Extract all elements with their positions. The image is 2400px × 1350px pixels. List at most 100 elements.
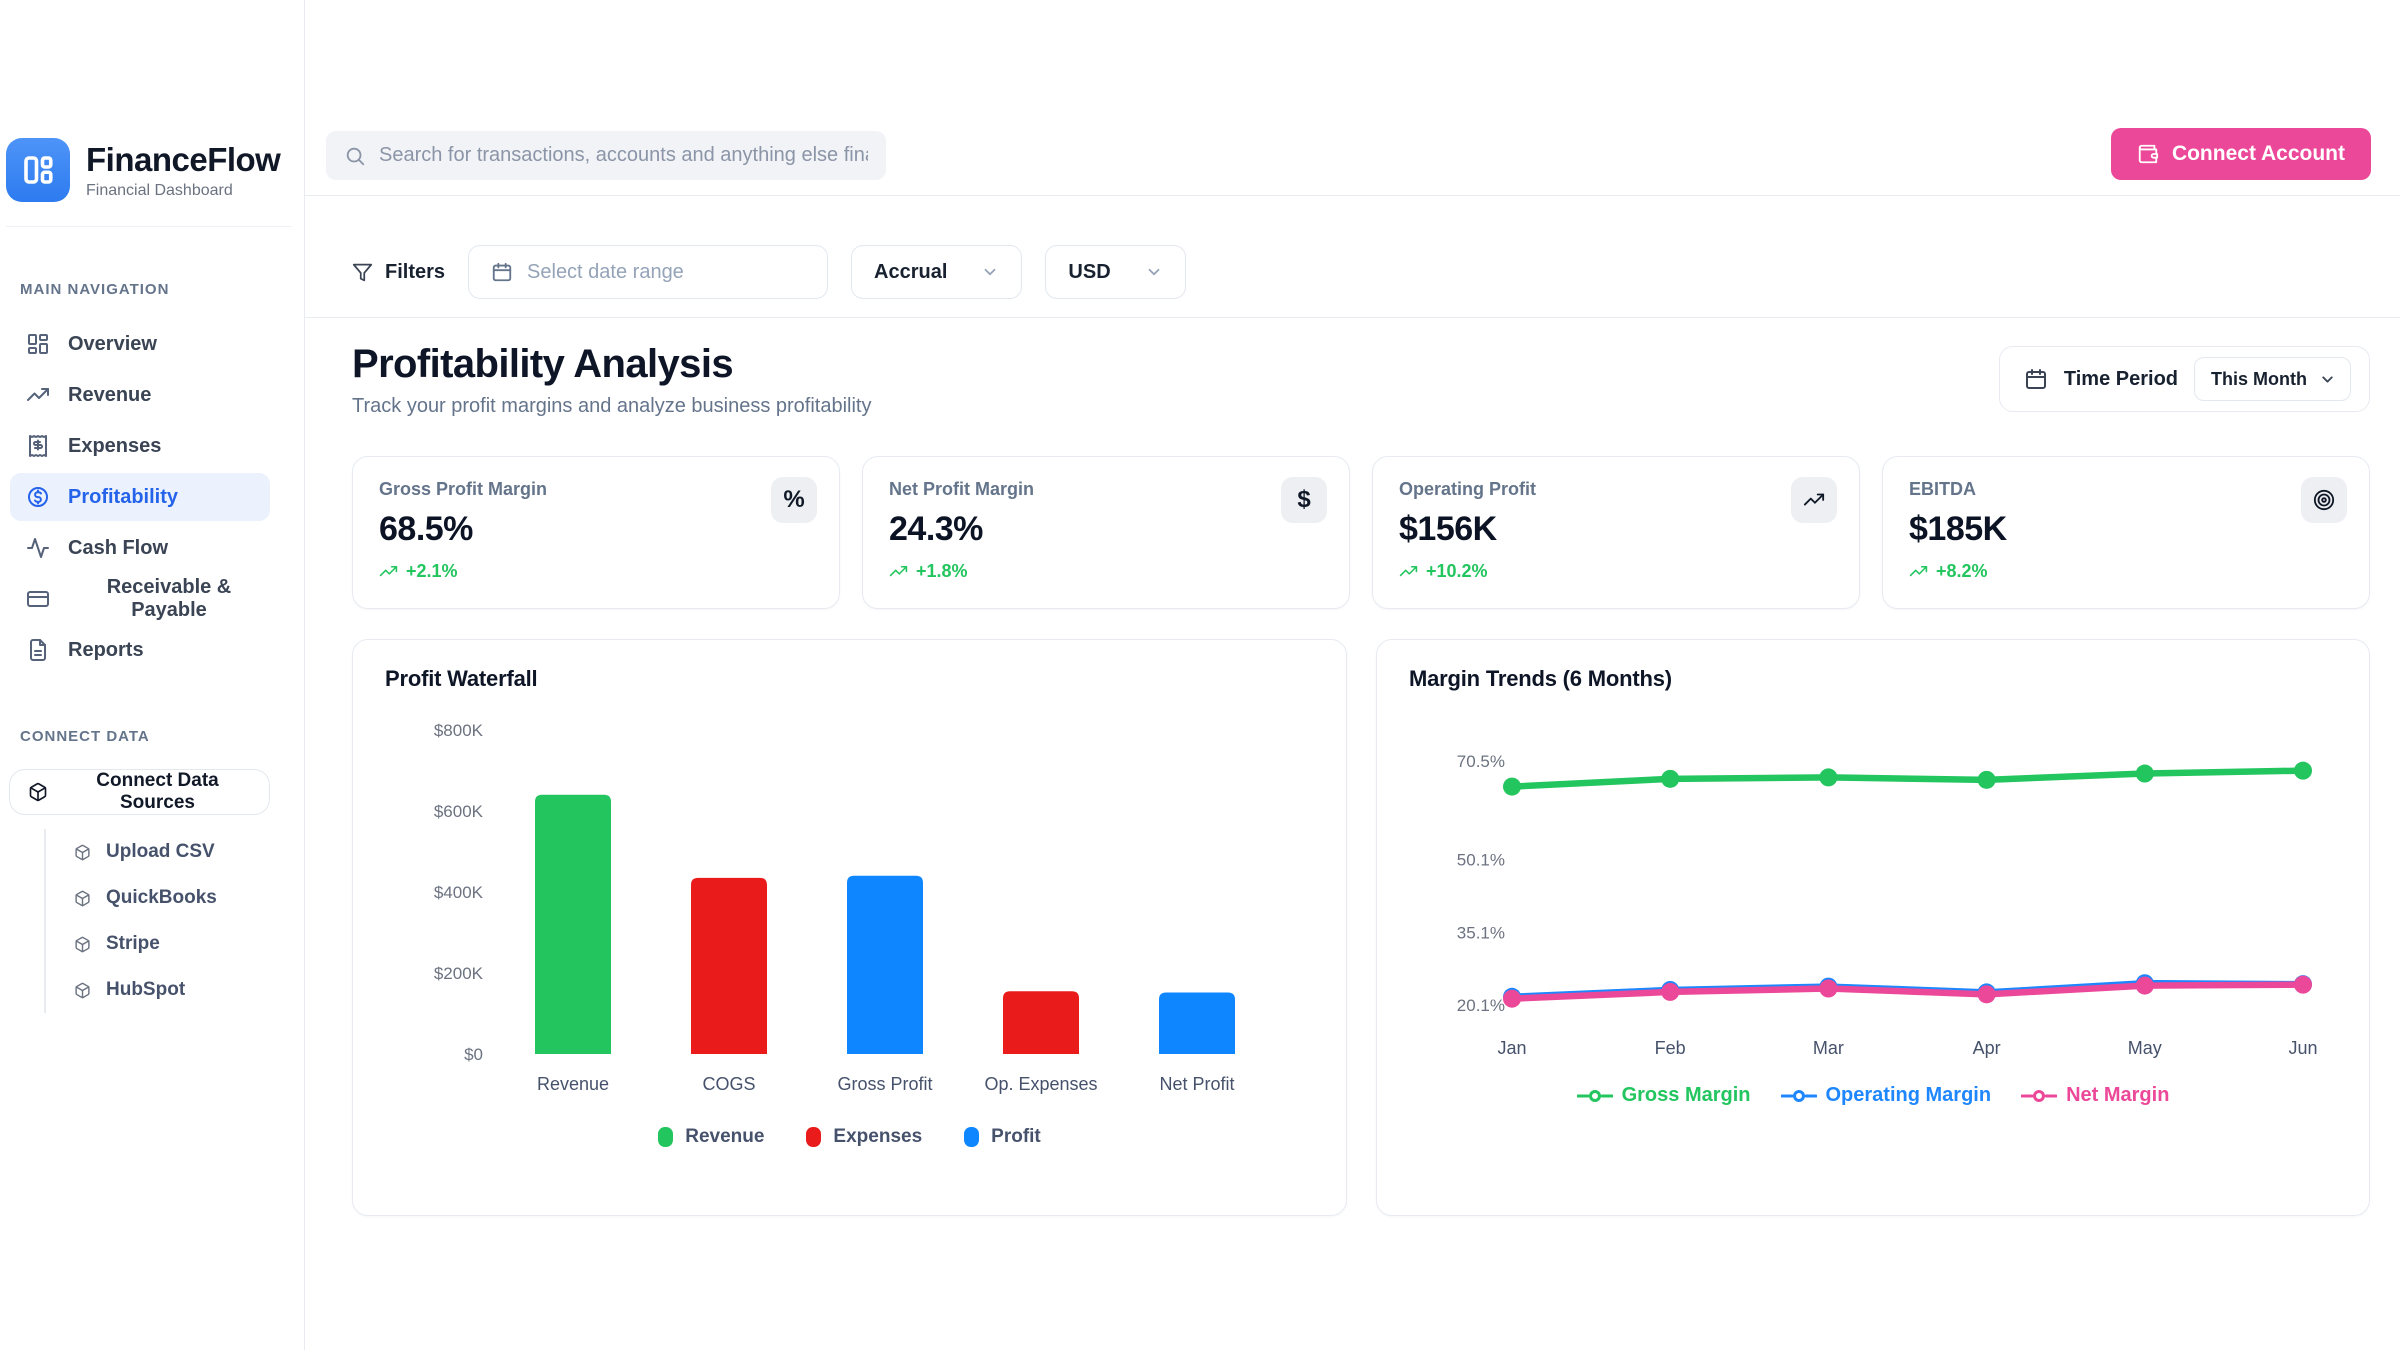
time-period-select[interactable]: This Month <box>2194 357 2351 401</box>
bar-gross-profit[interactable] <box>847 876 923 1054</box>
main-navigation-label: MAIN NAVIGATION <box>20 281 304 298</box>
point-net-margin-mar[interactable] <box>1819 980 1837 998</box>
sidebar-item-overview[interactable]: Overview <box>10 320 270 368</box>
point-gross-margin-may[interactable] <box>2136 765 2154 783</box>
sidebar-item-reports[interactable]: Reports <box>10 626 270 674</box>
kpi-value: 24.3% <box>889 510 1323 549</box>
connect-data-sources-button[interactable]: Connect Data Sources <box>9 769 270 815</box>
legend-swatch <box>658 1127 673 1147</box>
legend-item-operating-margin[interactable]: Operating Margin <box>1781 1084 1992 1107</box>
filter-bar: Filters Select date range Accrual USD <box>305 196 2400 318</box>
kpi-card-gross-profit-margin: Gross Profit Margin68.5%+2.1%% <box>352 456 840 609</box>
point-net-margin-may[interactable] <box>2136 977 2154 995</box>
legend-marker <box>1781 1089 1817 1103</box>
point-gross-margin-mar[interactable] <box>1819 768 1837 786</box>
sidebar-item-label: Profitability <box>68 486 178 509</box>
y-axis-tick: 35.1% <box>1457 923 1505 942</box>
sidebar-subitem-hubspot[interactable]: HubSpot <box>46 967 304 1013</box>
target-icon <box>2301 477 2347 523</box>
cube-icon <box>28 782 48 802</box>
trending-up-icon <box>26 383 50 407</box>
x-axis-label: Apr <box>1973 1038 2001 1058</box>
legend-item-profit: Profit <box>964 1126 1041 1148</box>
trending-up-icon <box>1791 477 1837 523</box>
sidebar-item-label: Reports <box>68 639 144 662</box>
margin-trends-legend: Gross Margin Operating Margin Net Margin <box>1409 1084 2337 1107</box>
kpi-change: +8.2% <box>1909 561 2343 582</box>
brand-tagline: Financial Dashboard <box>86 182 280 200</box>
sidebar-item-receivable-payable[interactable]: Receivable & Payable <box>10 575 270 623</box>
legend-item-revenue: Revenue <box>658 1126 764 1148</box>
x-axis-label: Revenue <box>537 1074 609 1094</box>
cube-icon <box>74 844 91 861</box>
currency-select[interactable]: USD <box>1045 245 1185 299</box>
legend-marker <box>1577 1089 1613 1103</box>
point-net-margin-feb[interactable] <box>1661 983 1679 1001</box>
margin-trends-chart: 20.1%35.1%50.1%70.5%JanFebMarAprMayJun <box>1409 702 2337 1070</box>
legend-item-net-margin[interactable]: Net Margin <box>2021 1084 2169 1107</box>
sidebar-item-label: Expenses <box>68 435 161 458</box>
bar-op-expenses[interactable] <box>1003 991 1079 1054</box>
search-icon <box>344 145 366 167</box>
brand-name: FinanceFlow <box>86 141 280 179</box>
connect-data-sources-label: Connect Data Sources <box>64 770 251 814</box>
filters-label: Filters <box>385 261 445 284</box>
sidebar-item-profitability[interactable]: Profitability <box>10 473 270 521</box>
point-gross-margin-apr[interactable] <box>1978 771 1996 789</box>
y-axis-tick: $600K <box>434 802 484 821</box>
bar-cogs[interactable] <box>691 878 767 1054</box>
sidebar-item-cash-flow[interactable]: Cash Flow <box>10 524 270 572</box>
global-search[interactable] <box>326 131 886 180</box>
legend-marker <box>2021 1089 2057 1103</box>
kpi-change: +10.2% <box>1399 561 1833 582</box>
accounting-basis-select[interactable]: Accrual <box>851 245 1022 299</box>
point-gross-margin-feb[interactable] <box>1661 770 1679 788</box>
connect-account-button[interactable]: Connect Account <box>2111 128 2371 180</box>
main-navigation: Overview Revenue Expenses Profitability Cash… <box>0 320 304 674</box>
calendar-icon <box>2024 367 2048 391</box>
search-input[interactable] <box>379 144 868 167</box>
profit-waterfall-card: Profit Waterfall $0$200K$400K$600K$800KR… <box>352 639 1347 1216</box>
sidebar-item-revenue[interactable]: Revenue <box>10 371 270 419</box>
credit-card-icon <box>26 587 50 611</box>
date-range-input[interactable]: Select date range <box>468 245 828 299</box>
y-axis-tick: $400K <box>434 883 484 902</box>
sidebar-subitem-stripe[interactable]: Stripe <box>46 921 304 967</box>
sidebar-item-expenses[interactable]: Expenses <box>10 422 270 470</box>
bar-net-profit[interactable] <box>1159 992 1235 1054</box>
legend-item-gross-margin[interactable]: Gross Margin <box>1577 1084 1751 1107</box>
kpi-card-operating-profit: Operating Profit$156K+10.2% <box>1372 456 1860 609</box>
bar-revenue[interactable] <box>535 795 611 1054</box>
sidebar-item-label: Overview <box>68 333 157 356</box>
kpi-value: $156K <box>1399 510 1833 549</box>
filters-toggle[interactable]: Filters <box>352 245 445 299</box>
sidebar-item-label: Receivable & Payable <box>68 576 270 622</box>
point-net-margin-apr[interactable] <box>1978 985 1996 1003</box>
app-logo-icon <box>6 138 70 202</box>
brand: FinanceFlow Financial Dashboard <box>6 138 292 227</box>
trending-up-icon <box>1399 562 1418 581</box>
trending-up-icon <box>379 562 398 581</box>
subitem-label: HubSpot <box>106 979 185 1001</box>
x-axis-label: Feb <box>1655 1038 1686 1058</box>
page-title: Profitability Analysis <box>352 342 872 387</box>
x-axis-label: Mar <box>1813 1038 1844 1058</box>
accounting-basis-value: Accrual <box>874 261 947 284</box>
y-axis-tick: 50.1% <box>1457 851 1505 870</box>
file-text-icon <box>26 638 50 662</box>
trending-up-icon <box>1909 562 1928 581</box>
point-net-margin-jan[interactable] <box>1503 990 1521 1008</box>
sidebar-subitem-upload-csv[interactable]: Upload CSV <box>46 829 304 875</box>
point-gross-margin-jun[interactable] <box>2294 762 2312 780</box>
subitem-label: QuickBooks <box>106 887 217 909</box>
sidebar: FinanceFlow Financial Dashboard MAIN NAV… <box>0 0 305 1350</box>
chart-title: Margin Trends (6 Months) <box>1409 666 2337 692</box>
point-net-margin-jun[interactable] <box>2294 976 2312 994</box>
legend-swatch <box>806 1127 821 1147</box>
sidebar-item-label: Revenue <box>68 384 151 407</box>
circle-dollar-icon <box>26 485 50 509</box>
sidebar-item-label: Cash Flow <box>68 537 168 560</box>
sidebar-subitem-quickbooks[interactable]: QuickBooks <box>46 875 304 921</box>
point-gross-margin-jan[interactable] <box>1503 778 1521 796</box>
chevron-down-icon <box>2319 371 2336 388</box>
